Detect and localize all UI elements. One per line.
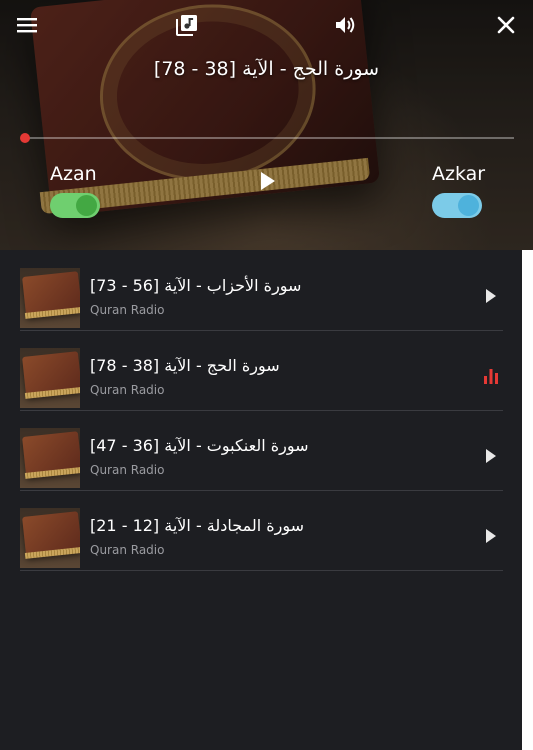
track-title: سورة الحج - الآية [38 - 78] xyxy=(90,356,280,375)
player-header: سورة الحج - الآية [38 - 78] Azan Azkar xyxy=(0,0,533,250)
playlist-item[interactable]: سورة العنكبوت - الآية [36 - 47] Quran Ra… xyxy=(20,410,503,491)
track-thumbnail xyxy=(20,268,80,328)
volume-icon[interactable] xyxy=(334,13,358,37)
track-subtitle: Quran Radio xyxy=(90,303,165,317)
playlist-item[interactable]: سورة الأحزاب - الآية [56 - 73] Quran Rad… xyxy=(20,250,503,331)
progress-knob[interactable] xyxy=(20,133,30,143)
track-subtitle: Quran Radio xyxy=(90,543,165,557)
play-icon[interactable] xyxy=(483,288,499,304)
track-thumbnail xyxy=(20,428,80,488)
azan-label: Azan xyxy=(50,163,97,185)
track-thumbnail xyxy=(20,348,80,408)
close-icon[interactable] xyxy=(495,14,517,36)
track-title: سورة العنكبوت - الآية [36 - 47] xyxy=(90,436,309,455)
progress-bar[interactable] xyxy=(24,137,514,139)
azkar-toggle[interactable] xyxy=(432,193,482,218)
equalizer-icon[interactable] xyxy=(483,368,499,384)
play-icon[interactable] xyxy=(257,170,279,192)
track-title: سورة الأحزاب - الآية [56 - 73] xyxy=(90,276,302,295)
library-music-icon[interactable] xyxy=(175,13,199,37)
now-playing-title: سورة الحج - الآية [38 - 78] xyxy=(153,58,380,80)
track-subtitle: Quran Radio xyxy=(90,463,165,477)
azan-toggle[interactable] xyxy=(50,193,100,218)
play-icon[interactable] xyxy=(483,448,499,464)
play-icon[interactable] xyxy=(483,528,499,544)
menu-icon[interactable] xyxy=(16,14,38,36)
playlist-item[interactable]: سورة المجادلة - الآية [12 - 21] Quran Ra… xyxy=(20,490,503,571)
track-thumbnail xyxy=(20,508,80,568)
playlist-item[interactable]: سورة الحج - الآية [38 - 78] Quran Radio xyxy=(20,330,503,411)
azkar-label: Azkar xyxy=(432,163,486,185)
track-title: سورة المجادلة - الآية [12 - 21] xyxy=(90,516,305,535)
track-subtitle: Quran Radio xyxy=(90,383,165,397)
playlist: سورة الأحزاب - الآية [56 - 73] Quran Rad… xyxy=(0,250,522,750)
